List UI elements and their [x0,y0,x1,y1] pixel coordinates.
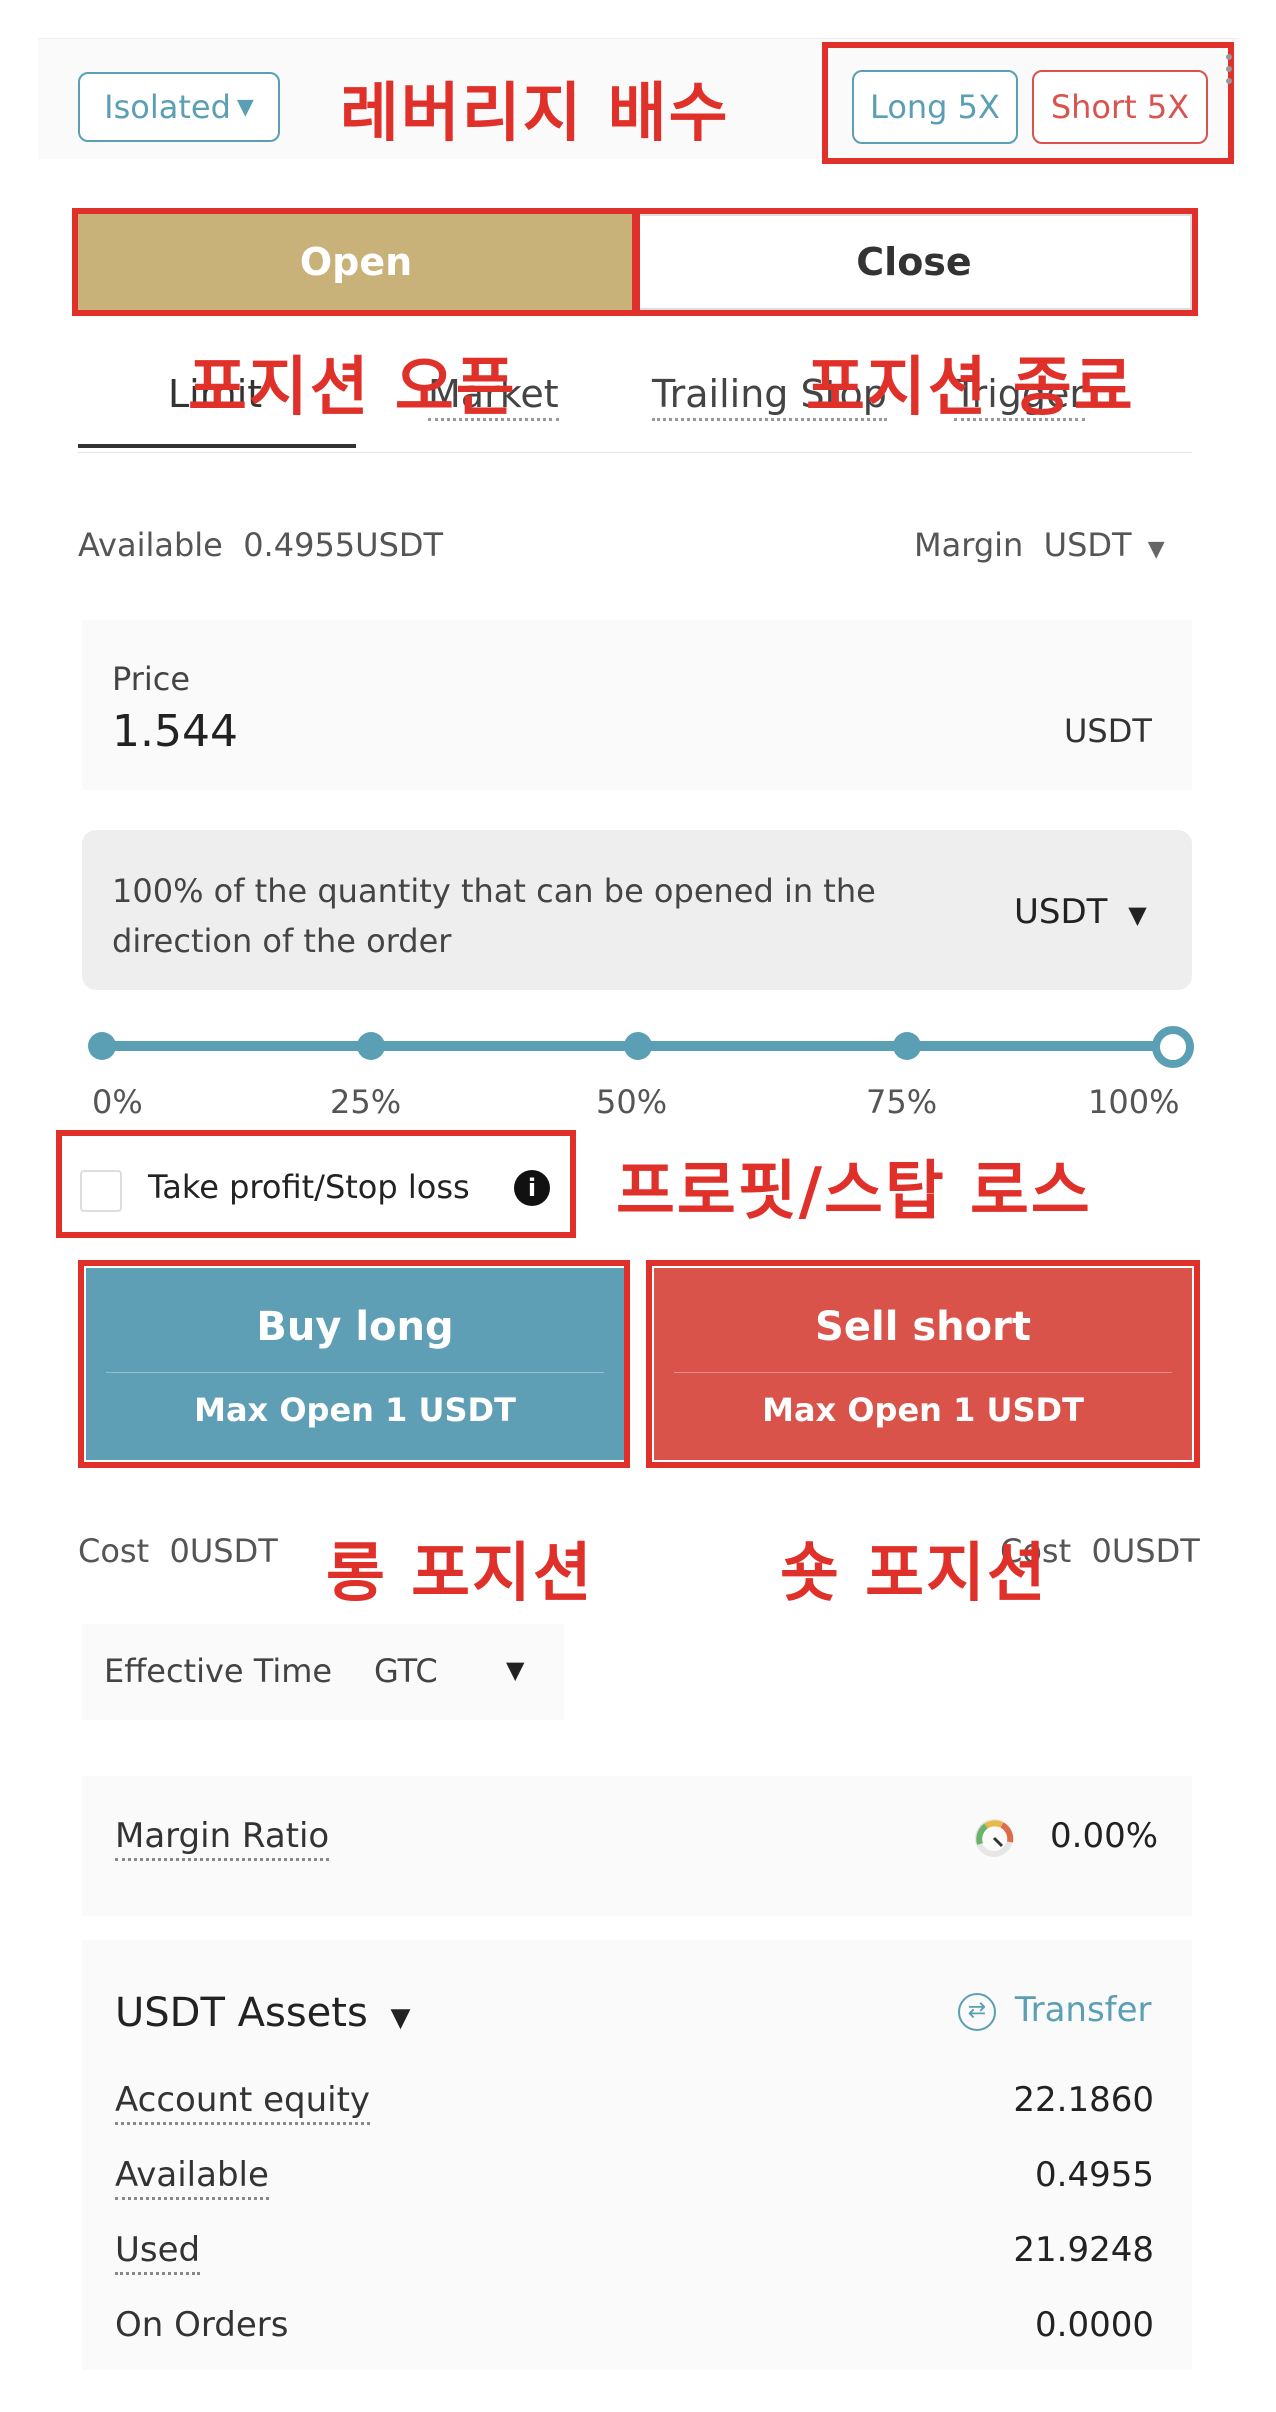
slider-label-75: 75% [866,1083,938,1121]
margin-mode-label: Isolated [104,88,231,126]
short-leverage-button[interactable]: Short 5X [1032,70,1208,144]
quantity-unit-dropdown[interactable]: USDT ▼ [1014,892,1147,932]
cost-left-value: 0USDT [169,1532,278,1570]
annotation-box-close [632,208,1198,316]
price-input[interactable] [82,620,1192,790]
slider-mark-50[interactable] [624,1032,652,1060]
margin-currency-dropdown[interactable]: Margin USDT ▼ [914,526,1165,564]
asset-row-value: 22.1860 [1013,2080,1154,2120]
quantity-text: 100% of the quantity that can be opened … [112,872,876,960]
annotation-box-open [72,208,640,316]
assets-title: USDT Assets [115,1990,368,2036]
cost-left: Cost 0USDT [78,1532,278,1570]
annotation-short-position: 숏 포지션 [780,1537,1048,1611]
annotation-close-position: 포지션 종료 [806,351,1135,425]
margin-ratio-label: Margin Ratio [115,1816,330,1861]
asset-row-value: 21.9248 [1013,2230,1154,2270]
slider-mark-75[interactable] [893,1032,921,1060]
active-tab-indicator [78,444,356,448]
annotation-long-position: 롱 포지션 [326,1537,594,1611]
tpsl-label: Take profit/Stop loss [148,1168,470,1206]
caret-down-icon: ▼ [506,1656,525,1684]
slider-label-0: 0% [92,1083,143,1121]
slider-label-25: 25% [330,1083,402,1121]
asset-row-value: 0.0000 [1035,2305,1154,2345]
margin-currency: USDT [1043,526,1132,564]
margin-ratio-value: 0.00% [1050,1816,1159,1856]
annotation-box-buy [78,1260,630,1468]
quantity-unit: USDT [1014,892,1108,932]
price-value[interactable]: 1.544 [112,706,238,757]
caret-down-icon: ▼ [1128,901,1147,929]
more-icon[interactable] [1226,52,1236,92]
available-row: Available 0.4955USDT [78,526,443,564]
slider-handle[interactable] [1152,1026,1194,1068]
slider-label-100: 100% [1088,1083,1180,1121]
cost-left-label: Cost [78,1532,150,1570]
annotation-box-sell [646,1260,1200,1468]
price-label: Price [112,660,191,698]
caret-down-icon: ▼ [1147,537,1165,562]
asset-row-label: On Orders [115,2305,289,2345]
available-label: Available [78,526,223,564]
price-unit: USDT [1064,712,1152,750]
available-value: 0.4955USDT [243,526,444,564]
margin-mode-dropdown[interactable]: Isolated ▼ [78,72,280,142]
slider-label-50: 50% [596,1083,668,1121]
transfer-icon: ⇄ [958,1992,996,2031]
asset-row-label: Available [115,2155,269,2200]
slider-mark-25[interactable] [357,1032,385,1060]
effective-time-value: GTC [374,1652,438,1690]
transfer-button[interactable]: ⇄ Transfer [958,1990,1152,2031]
assets-dropdown[interactable]: USDT Assets ▼ [115,1990,411,2036]
tab-divider [78,452,1192,453]
tpsl-checkbox[interactable] [80,1170,122,1212]
asset-row-label: Account equity [115,2080,371,2125]
caret-down-icon: ▼ [390,2003,411,2033]
cost-right-value: 0USDT [1091,1532,1200,1570]
info-icon[interactable]: i [514,1170,550,1206]
transfer-label: Transfer [1014,1990,1152,2030]
asset-row-value: 0.4955 [1035,2155,1154,2195]
asset-row-label: Used [115,2230,201,2275]
caret-down-icon: ▼ [236,94,254,120]
long-leverage-button[interactable]: Long 5X [852,70,1018,144]
annotation-open-position: 포지션 오픈 [188,351,517,425]
annotation-tpsl: 프로핏/스탑 로스 [616,1155,1092,1229]
margin-label: Margin [914,526,1024,564]
gauge-icon [972,1816,1016,1860]
effective-time-label: Effective Time [104,1652,333,1690]
slider-mark-0[interactable] [88,1032,116,1060]
annotation-leverage: 레버리지 배수 [340,77,730,151]
